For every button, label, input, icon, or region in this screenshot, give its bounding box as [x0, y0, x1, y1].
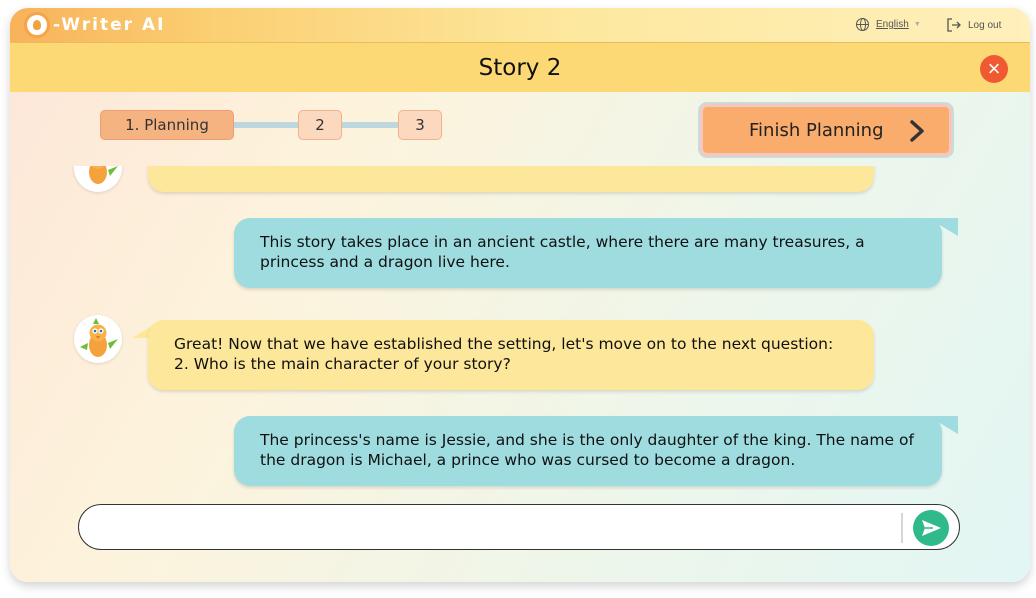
chevron-right-icon	[910, 120, 924, 142]
finish-planning-label: Finish Planning	[749, 119, 884, 141]
step-3[interactable]: 3	[398, 110, 442, 140]
message-line: princess and a dragon live here.	[260, 253, 510, 271]
message-input[interactable]	[91, 511, 891, 543]
logout-label[interactable]: Log out	[968, 20, 1001, 31]
title-bar: Story 2 ×	[10, 42, 1030, 92]
close-button[interactable]: ×	[980, 55, 1008, 83]
step-planning[interactable]: 1. Planning	[100, 110, 234, 140]
step-connector	[338, 122, 406, 128]
assistant-avatar	[74, 315, 122, 363]
divider	[901, 513, 903, 543]
message-bubble-user: This story takes place in an ancient cas…	[234, 218, 942, 288]
message-line: This story takes place in an ancient cas…	[260, 233, 865, 251]
step-connector	[232, 122, 308, 128]
chat-area[interactable]: This story takes place in an ancient cas…	[10, 166, 1030, 490]
close-icon: ×	[987, 56, 1001, 81]
logout-button[interactable]: Log out	[946, 18, 1001, 32]
logo-text: -Writer AI	[53, 15, 166, 35]
message-line: Great! Now that we have established the …	[174, 335, 834, 353]
logo-icon	[24, 12, 50, 38]
message-line: 2. Who is the main character of your sto…	[174, 355, 511, 373]
page-title: Story 2	[478, 55, 562, 81]
top-bar: -Writer AI English ▼ Log out	[10, 8, 1030, 42]
finish-planning-button[interactable]: Finish Planning	[700, 104, 952, 156]
message-bubble-user: The princess's name is Jessie, and she i…	[234, 416, 942, 486]
parrot-avatar-icon	[80, 318, 118, 357]
message-bubble-ai: Great! Now that we have established the …	[148, 320, 874, 390]
message-composer	[78, 504, 960, 550]
parrot-avatar-icon	[89, 166, 118, 184]
send-icon	[922, 520, 941, 536]
globe-icon	[856, 18, 869, 31]
language-selector[interactable]: English ▼	[856, 18, 921, 31]
assistant-avatar	[74, 166, 122, 192]
send-button[interactable]	[913, 510, 949, 546]
message-bubble-ai	[148, 166, 874, 192]
step-2[interactable]: 2	[298, 110, 342, 140]
language-label[interactable]: English	[876, 19, 909, 30]
message-line: The princess's name is Jessie, and she i…	[260, 431, 914, 449]
logout-icon	[947, 18, 961, 32]
caret-down-icon: ▼	[913, 21, 921, 28]
app-window: -Writer AI English ▼ Log out Story 2 × 1…	[10, 8, 1030, 582]
app-logo[interactable]: -Writer AI	[24, 12, 165, 38]
message-line: the dragon is Michael, a prince who was …	[260, 451, 796, 469]
